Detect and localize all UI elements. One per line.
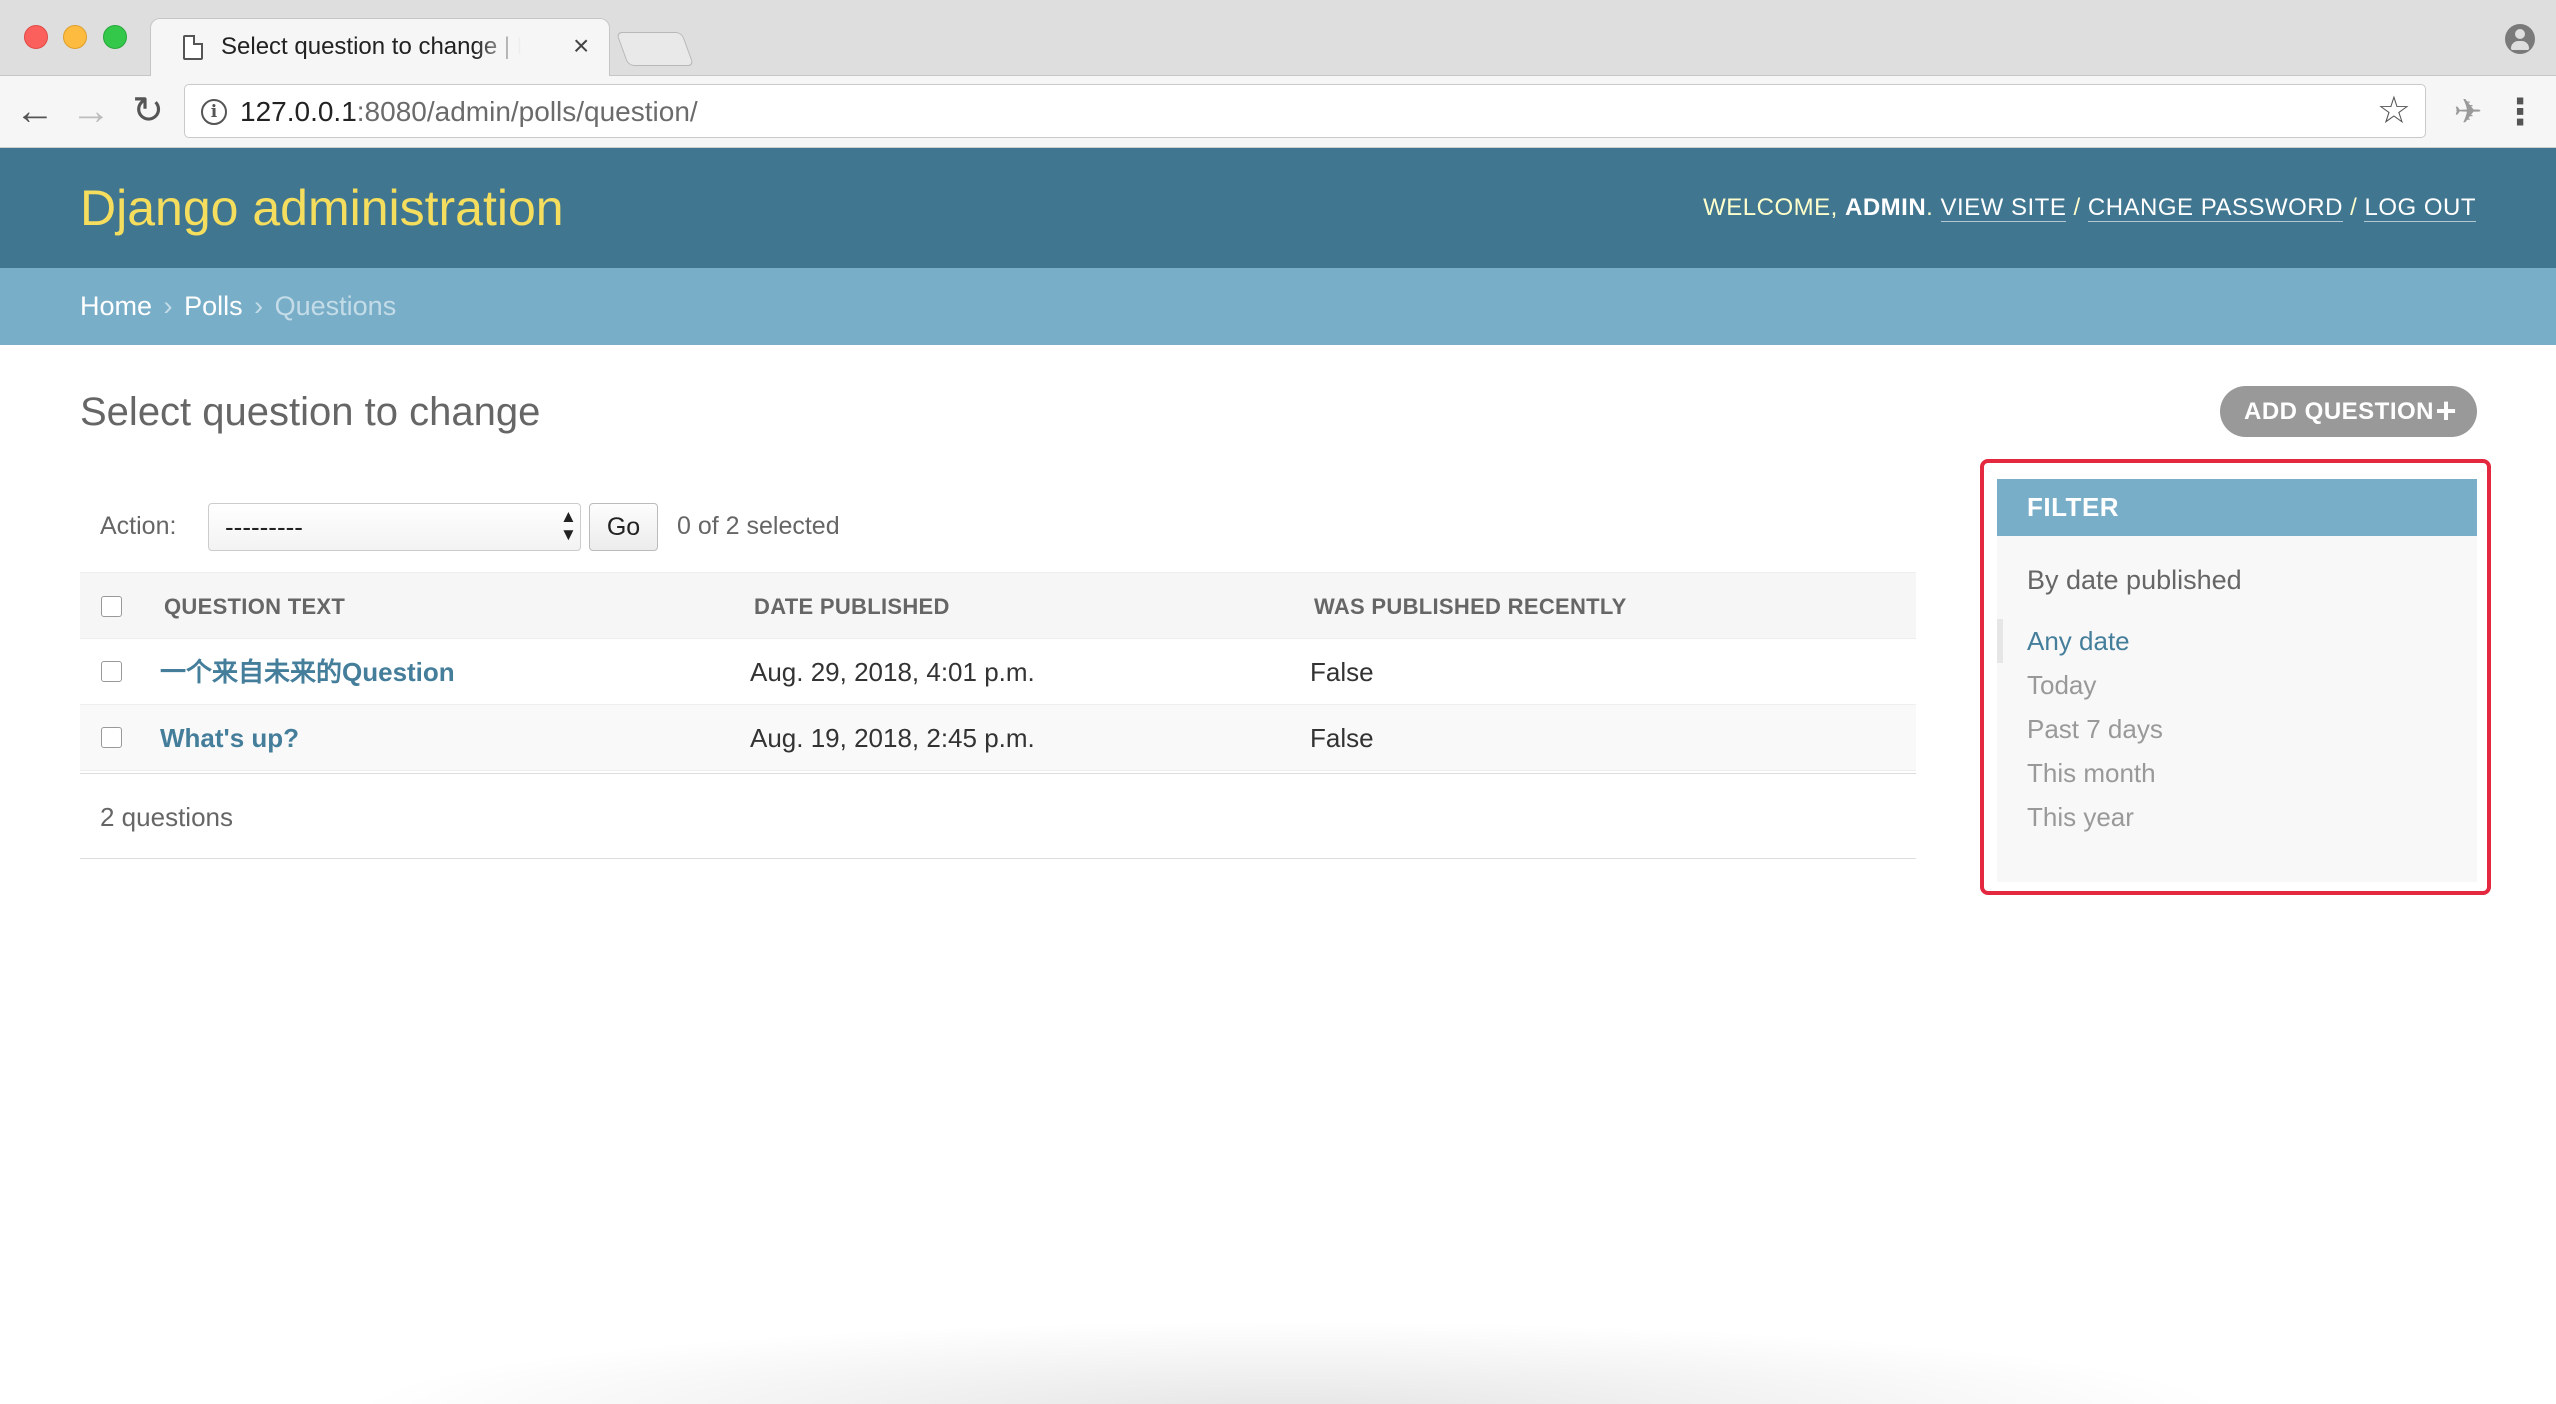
address-bar[interactable]: i 127.0.0.1:8080/admin/polls/question/ ☆ — [184, 84, 2426, 138]
breadcrumb-home[interactable]: Home — [80, 291, 152, 321]
url-path: :8080/admin/polls/question/ — [356, 96, 698, 127]
filter-option-today[interactable]: Today — [2027, 668, 2096, 702]
select-all-checkbox[interactable] — [101, 596, 122, 617]
page-icon — [183, 35, 203, 60]
change-password-link[interactable]: CHANGE PASSWORD — [2087, 194, 2343, 222]
action-selected-value: --------- — [225, 512, 303, 542]
breadcrumb-separator: › — [254, 291, 264, 321]
site-branding[interactable]: Django administration — [80, 178, 564, 238]
bookmark-star-icon[interactable]: ☆ — [2377, 89, 2411, 133]
url-text[interactable]: 127.0.0.1:8080/admin/polls/question/ — [240, 96, 698, 128]
browser-tab-bar: Select question to change | Django site … — [0, 0, 2556, 76]
row-checkbox[interactable] — [101, 661, 122, 682]
reload-icon[interactable]: ↻ — [123, 86, 173, 136]
maximize-window-button[interactable] — [103, 25, 127, 49]
log-out-link[interactable]: LOG OUT — [2364, 194, 2476, 222]
back-arrow-icon[interactable]: ← — [10, 86, 60, 136]
new-tab-button[interactable] — [615, 32, 695, 66]
filter-option-past-7-days[interactable]: Past 7 days — [2027, 712, 2163, 746]
select-arrows-icon: ▲ ▼ — [560, 507, 577, 544]
table-header: QUESTION TEXT DATE PUBLISHED WAS PUBLISH… — [80, 572, 1916, 639]
minimize-window-button[interactable] — [63, 25, 87, 49]
add-question-label: ADD QUESTION — [2244, 398, 2435, 425]
admin-header: Django administration WELCOME, ADMIN. VI… — [0, 148, 2556, 268]
plus-icon: + — [2435, 390, 2457, 431]
browser-tab[interactable]: Select question to change | Django site … — [150, 18, 610, 76]
filter-panel: FILTER By date published Any date Today … — [1997, 479, 2477, 882]
column-header-was-published-recently[interactable]: WAS PUBLISHED RECENTLY — [1314, 573, 1627, 640]
action-counter: 0 of 2 selected — [677, 512, 840, 540]
selected-filter-marker — [1997, 619, 2003, 663]
table-row: What's up? Aug. 19, 2018, 2:45 p.m. Fals… — [80, 705, 1916, 771]
actions-bar: Action: --------- ▲ ▼ Go 0 of 2 selected — [80, 480, 1916, 572]
username: ADMIN — [1845, 194, 1927, 221]
tab-title: Select question to change | Django site … — [221, 33, 521, 60]
url-host: 127.0.0.1 — [240, 96, 357, 127]
was-published-recently-cell: False — [1310, 657, 1374, 687]
bottom-shadow — [340, 1320, 2240, 1404]
user-tools: WELCOME, ADMIN. VIEW SITE / CHANGE PASSW… — [1703, 194, 2476, 222]
filter-subtitle: By date published — [2027, 565, 2242, 595]
question-link[interactable]: What's up? — [160, 705, 299, 771]
add-question-button[interactable]: ADD QUESTION + — [2220, 386, 2477, 437]
forward-arrow-icon[interactable]: → — [66, 86, 116, 136]
action-label: Action: — [100, 512, 177, 540]
breadcrumb-separator: › — [163, 291, 173, 321]
breadcrumb: Home › Polls › Questions — [0, 268, 2556, 345]
question-link[interactable]: 一个来自未来的Question — [160, 639, 455, 705]
paginator: 2 questions — [80, 773, 1916, 859]
column-header-question-text[interactable]: QUESTION TEXT — [164, 573, 345, 640]
tab-close-icon[interactable]: × — [573, 29, 589, 63]
welcome-text: WELCOME, — [1703, 194, 1838, 221]
extension-icon[interactable]: ✈ — [2446, 90, 2490, 134]
date-published-cell: Aug. 29, 2018, 4:01 p.m. — [750, 657, 1035, 687]
column-header-date-published[interactable]: DATE PUBLISHED — [754, 573, 950, 640]
breadcrumb-current: Questions — [274, 291, 397, 321]
action-select[interactable]: --------- ▲ ▼ — [208, 503, 581, 551]
profile-icon[interactable] — [2505, 24, 2535, 54]
breadcrumb-polls[interactable]: Polls — [184, 291, 243, 321]
row-checkbox[interactable] — [101, 727, 122, 748]
close-window-button[interactable] — [24, 25, 48, 49]
was-published-recently-cell: False — [1310, 723, 1374, 753]
go-button[interactable]: Go — [589, 503, 658, 551]
filter-option-this-year[interactable]: This year — [2027, 800, 2134, 834]
browser-toolbar: ← → ↻ i 127.0.0.1:8080/admin/polls/quest… — [0, 76, 2556, 148]
filter-option-any-date[interactable]: Any date — [2027, 624, 2130, 658]
filter-option-this-month[interactable]: This month — [2027, 756, 2156, 790]
date-published-cell: Aug. 19, 2018, 2:45 p.m. — [750, 723, 1035, 753]
info-icon[interactable]: i — [201, 99, 227, 125]
table-row: 一个来自未来的Question Aug. 29, 2018, 4:01 p.m.… — [80, 639, 1916, 705]
browser-menu-icon[interactable]: ⋮ — [2500, 90, 2540, 134]
results-table: QUESTION TEXT DATE PUBLISHED WAS PUBLISH… — [80, 572, 1916, 859]
result-count: 2 questions — [100, 802, 233, 832]
filter-title: FILTER — [1997, 479, 2477, 536]
view-site-link[interactable]: VIEW SITE — [1940, 194, 2067, 222]
page-title: Select question to change — [80, 390, 541, 434]
